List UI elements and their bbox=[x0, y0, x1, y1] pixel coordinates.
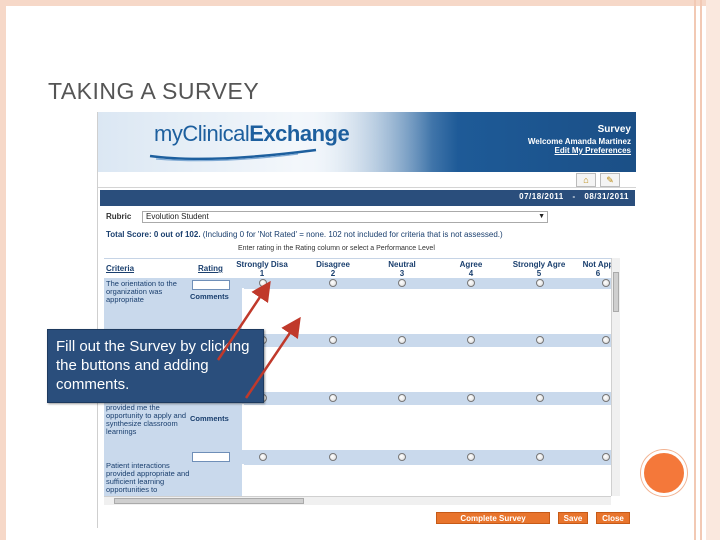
radio-not-applicable[interactable] bbox=[602, 336, 610, 344]
logo-swoosh-icon bbox=[149, 148, 317, 162]
rating-input[interactable] bbox=[192, 280, 230, 290]
app-header: myClinicalExchange Survey Welcome Amanda… bbox=[98, 112, 636, 172]
icon-toolbar: ⌂ ✎ bbox=[98, 172, 636, 188]
radio-strongly-agree[interactable] bbox=[536, 394, 544, 402]
page-name: Survey bbox=[597, 124, 631, 135]
comments-textarea[interactable] bbox=[244, 288, 619, 334]
radio-strongly-disagree[interactable] bbox=[259, 279, 267, 287]
vertical-scrollbar[interactable] bbox=[611, 258, 620, 496]
radio-strongly-agree[interactable] bbox=[536, 336, 544, 344]
radio-disagree[interactable] bbox=[329, 394, 337, 402]
radio-agree[interactable] bbox=[467, 453, 475, 461]
column-header-rating: Rating bbox=[198, 264, 223, 273]
comments-textarea[interactable] bbox=[244, 404, 619, 450]
instruction-callout: Fill out the Survey by clicking the butt… bbox=[47, 329, 264, 403]
horizontal-scrollbar[interactable] bbox=[104, 496, 611, 505]
radio-not-applicable[interactable] bbox=[602, 453, 610, 461]
table-row: Patient interactions provided appropriat… bbox=[104, 450, 242, 498]
comments-textarea[interactable] bbox=[244, 464, 619, 498]
column-header-criteria: Criteria bbox=[106, 264, 135, 273]
date-bar: 07/18/2011 - 08/31/2011 bbox=[100, 190, 635, 206]
radio-agree[interactable] bbox=[467, 394, 475, 402]
chevron-down-icon: ▼ bbox=[538, 213, 545, 220]
radio-agree[interactable] bbox=[467, 279, 475, 287]
radio-strongly-agree[interactable] bbox=[536, 453, 544, 461]
total-score: Total Score: 0 out of 102. (Including 0 … bbox=[106, 230, 503, 239]
save-button[interactable]: Save bbox=[558, 512, 588, 524]
rubric-label: Rubric bbox=[106, 212, 132, 221]
slide-right-line bbox=[694, 0, 696, 540]
edit-icon[interactable]: ✎ bbox=[600, 173, 620, 187]
comments-label: Comments bbox=[190, 292, 229, 301]
comments-textarea[interactable] bbox=[244, 346, 619, 392]
column-header-agree: Agree 4 bbox=[459, 260, 483, 278]
radio-agree[interactable] bbox=[467, 336, 475, 344]
radio-strongly-agree[interactable] bbox=[536, 279, 544, 287]
radio-not-applicable[interactable] bbox=[602, 279, 610, 287]
criteria-text: Patient interactions provided appropriat… bbox=[106, 461, 190, 494]
table-row: The orientation to the organization was … bbox=[104, 278, 242, 336]
edit-preferences-link[interactable]: Edit My Preferences bbox=[528, 146, 631, 155]
end-date: 08/31/2011 bbox=[584, 192, 629, 201]
radio-disagree[interactable] bbox=[329, 279, 337, 287]
complete-survey-button[interactable]: Complete Survey bbox=[436, 512, 550, 524]
app-logo: myClinicalExchange bbox=[154, 121, 350, 146]
column-header-strongly-disagree: Strongly Disa 1 bbox=[236, 260, 288, 278]
slide-left-border bbox=[0, 0, 6, 540]
radio-neutral[interactable] bbox=[398, 453, 406, 461]
welcome-text: Welcome Amanda Martinez bbox=[527, 137, 631, 146]
start-date: 07/18/2011 bbox=[519, 192, 564, 201]
close-button[interactable]: Close bbox=[596, 512, 630, 524]
callout-text: Fill out the Survey by clicking the butt… bbox=[56, 338, 250, 393]
radio-disagree[interactable] bbox=[329, 336, 337, 344]
header-user-block: Survey Welcome Amanda Martinez Edit My P… bbox=[528, 124, 631, 155]
radio-neutral[interactable] bbox=[398, 336, 406, 344]
instructions-text: Enter rating in the Rating column or sel… bbox=[238, 245, 435, 252]
slide-right-band bbox=[706, 0, 720, 540]
comments-label: Comments bbox=[190, 414, 229, 423]
survey-screenshot: myClinicalExchange Survey Welcome Amanda… bbox=[97, 112, 636, 528]
column-header-strongly-agree: Strongly Agre 5 bbox=[512, 260, 566, 278]
radio-disagree[interactable] bbox=[329, 453, 337, 461]
home-icon[interactable]: ⌂ bbox=[576, 173, 596, 187]
radio-neutral[interactable] bbox=[398, 394, 406, 402]
radio-not-applicable[interactable] bbox=[602, 394, 610, 402]
radio-neutral[interactable] bbox=[398, 279, 406, 287]
criteria-text: provided me the opportunity to apply and… bbox=[106, 403, 187, 436]
rubric-select[interactable]: Evolution Student ▼ bbox=[142, 211, 548, 223]
column-header-disagree: Disagree 2 bbox=[316, 260, 350, 278]
decorative-circle bbox=[641, 450, 687, 496]
slide-title: TAKING A SURVEY bbox=[48, 78, 260, 104]
column-header-neutral: Neutral 3 bbox=[388, 260, 416, 278]
radio-strongly-disagree[interactable] bbox=[259, 453, 267, 461]
slide-right-line bbox=[700, 0, 702, 540]
rating-input[interactable] bbox=[192, 452, 230, 462]
slide-top-border bbox=[0, 0, 720, 6]
criteria-text: The orientation to the organization was … bbox=[106, 279, 177, 304]
